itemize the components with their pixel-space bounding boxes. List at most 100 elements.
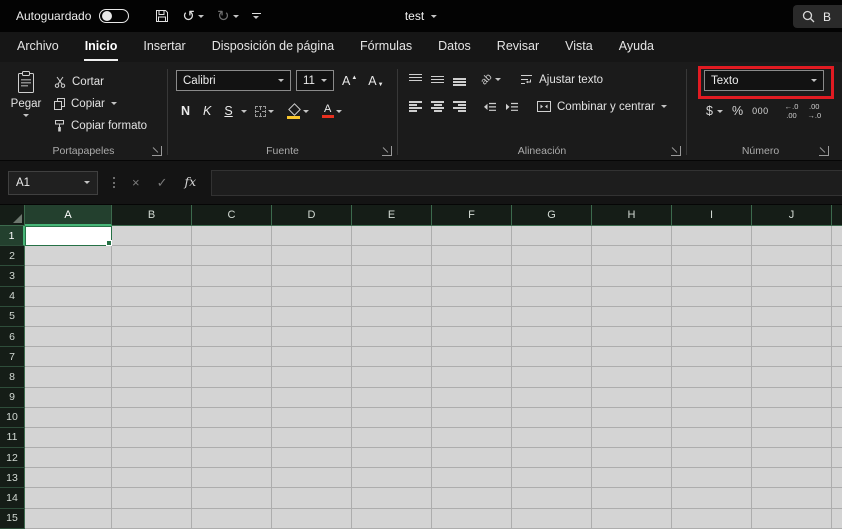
underline-dropdown-icon[interactable] — [240, 109, 247, 113]
cell-partial-12[interactable] — [832, 448, 842, 469]
row-header-15[interactable]: 15 — [0, 508, 25, 529]
cell-D7[interactable] — [272, 347, 352, 368]
cell-D3[interactable] — [272, 266, 352, 287]
cell-I1[interactable] — [672, 226, 752, 247]
row-header-7[interactable]: 7 — [0, 347, 25, 368]
cell-J8[interactable] — [752, 367, 832, 388]
cell-G10[interactable] — [512, 407, 592, 428]
autosave-toggle[interactable] — [99, 9, 130, 23]
cell-B2[interactable] — [112, 246, 192, 267]
cell-C10[interactable] — [192, 407, 272, 428]
ribbon-tab-ayuda[interactable]: Ayuda — [606, 32, 667, 62]
increase-font-size-button[interactable]: A ▲ — [339, 73, 360, 89]
cell-D1[interactable] — [272, 226, 352, 247]
cell-F11[interactable] — [432, 427, 512, 449]
align-center-button[interactable] — [431, 101, 444, 113]
cell-E4[interactable] — [352, 286, 432, 307]
search-box[interactable]: B — [793, 5, 842, 28]
cell-G13[interactable] — [512, 468, 592, 489]
cell-G7[interactable] — [512, 347, 592, 368]
cell-F9[interactable] — [432, 387, 512, 408]
cell-H5[interactable] — [592, 306, 672, 327]
cell-A11[interactable] — [25, 427, 112, 449]
cell-B3[interactable] — [112, 266, 192, 287]
cell-F7[interactable] — [432, 347, 512, 368]
cell-C3[interactable] — [192, 266, 272, 287]
save-button[interactable] — [155, 9, 169, 23]
cell-F14[interactable] — [432, 488, 512, 509]
cell-H2[interactable] — [592, 246, 672, 267]
row-header-13[interactable]: 13 — [0, 468, 25, 489]
cell-J13[interactable] — [752, 468, 832, 489]
cell-J9[interactable] — [752, 387, 832, 408]
align-top-button[interactable] — [409, 73, 422, 86]
cell-B8[interactable] — [112, 367, 192, 388]
ribbon-tab-inicio[interactable]: Inicio — [72, 32, 131, 62]
cell-B15[interactable] — [112, 508, 192, 529]
cell-C14[interactable] — [192, 488, 272, 509]
cell-I8[interactable] — [672, 367, 752, 388]
cell-F12[interactable] — [432, 448, 512, 469]
cell-E9[interactable] — [352, 387, 432, 408]
cell-D5[interactable] — [272, 306, 352, 327]
cell-partial-8[interactable] — [832, 367, 842, 388]
cell-E14[interactable] — [352, 488, 432, 509]
cell-H14[interactable] — [592, 488, 672, 509]
column-header-A[interactable]: A — [25, 205, 112, 226]
cell-C13[interactable] — [192, 468, 272, 489]
cell-B7[interactable] — [112, 347, 192, 368]
cell-H7[interactable] — [592, 347, 672, 368]
cell-J1[interactable] — [752, 226, 832, 247]
cell-partial-9[interactable] — [832, 387, 842, 408]
wrap-text-button[interactable]: Ajustar texto — [520, 74, 603, 86]
cell-E15[interactable] — [352, 508, 432, 529]
cell-E1[interactable] — [352, 226, 432, 247]
cell-A14[interactable] — [25, 488, 112, 509]
cell-H9[interactable] — [592, 387, 672, 408]
cell-G14[interactable] — [512, 488, 592, 509]
cell-E8[interactable] — [352, 367, 432, 388]
number-dialog-launcher-icon[interactable] — [819, 146, 829, 156]
cell-I2[interactable] — [672, 246, 752, 267]
redo-button[interactable]: ↻ — [217, 9, 239, 24]
cell-B11[interactable] — [112, 427, 192, 449]
cell-D12[interactable] — [272, 448, 352, 469]
ribbon-tab-fórmulas[interactable]: Fórmulas — [347, 32, 425, 62]
cell-J15[interactable] — [752, 508, 832, 529]
fill-color-button[interactable] — [282, 104, 314, 119]
cell-J2[interactable] — [752, 246, 832, 267]
ribbon-tab-datos[interactable]: Datos — [425, 32, 484, 62]
align-middle-button[interactable] — [431, 74, 444, 86]
cell-E6[interactable] — [352, 326, 432, 348]
cell-E12[interactable] — [352, 448, 432, 469]
cell-H1[interactable] — [592, 226, 672, 247]
cell-I11[interactable] — [672, 427, 752, 449]
cell-H15[interactable] — [592, 508, 672, 529]
column-header-B[interactable]: B — [112, 205, 192, 226]
cell-partial-5[interactable] — [832, 306, 842, 327]
cell-partial-2[interactable] — [832, 246, 842, 267]
column-header-E[interactable]: E — [352, 205, 432, 226]
cell-H10[interactable] — [592, 407, 672, 428]
row-header-5[interactable]: 5 — [0, 306, 25, 327]
cell-J11[interactable] — [752, 427, 832, 449]
cell-F4[interactable] — [432, 286, 512, 307]
cancel-button[interactable]: × — [132, 176, 140, 189]
cell-G12[interactable] — [512, 448, 592, 469]
cell-A8[interactable] — [25, 367, 112, 388]
cell-H11[interactable] — [592, 427, 672, 449]
cell-A9[interactable] — [25, 387, 112, 408]
column-header-G[interactable]: G — [512, 205, 592, 226]
row-header-11[interactable]: 11 — [0, 427, 25, 449]
cell-E5[interactable] — [352, 306, 432, 327]
cell-B4[interactable] — [112, 286, 192, 307]
align-bottom-button[interactable] — [453, 74, 466, 86]
cell-H13[interactable] — [592, 468, 672, 489]
cell-I5[interactable] — [672, 306, 752, 327]
cell-G15[interactable] — [512, 508, 592, 529]
comma-style-button[interactable]: 000 — [752, 106, 769, 116]
cell-F6[interactable] — [432, 326, 512, 348]
merge-center-button[interactable]: Combinar y centrar — [537, 101, 667, 113]
ribbon-tab-vista[interactable]: Vista — [552, 32, 606, 62]
enter-button[interactable]: ✓ — [157, 176, 168, 189]
